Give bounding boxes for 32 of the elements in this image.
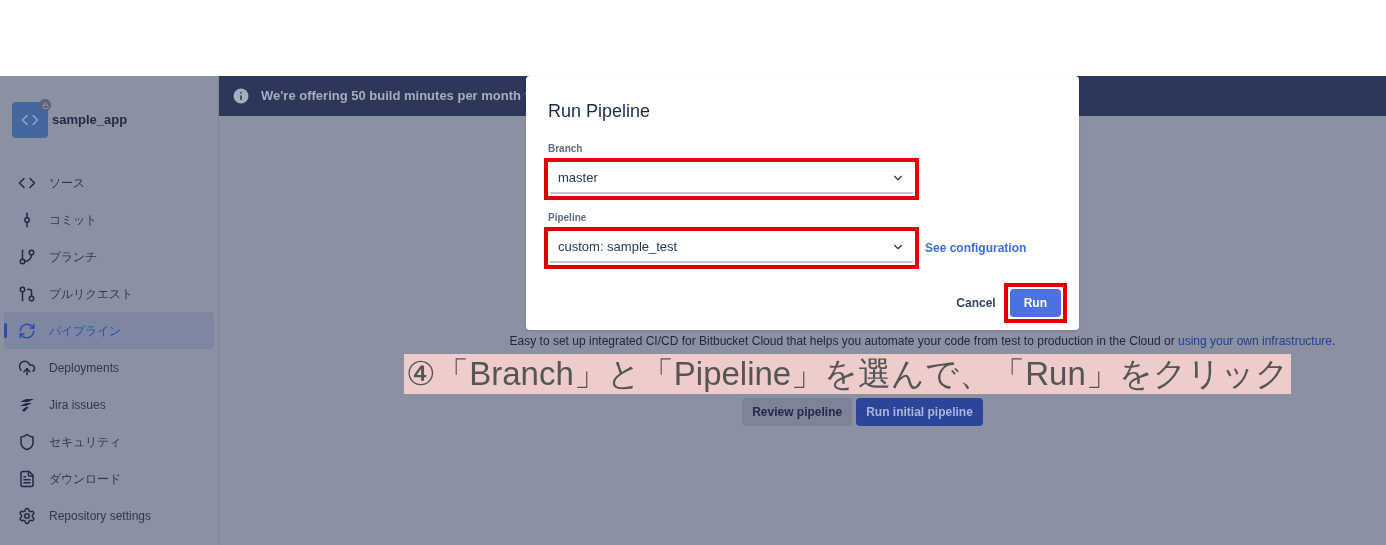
file-icon: [18, 469, 36, 488]
annotation-caption: ④「Branch」と「Pipeline」を選んで、「Run」をクリック: [404, 354, 1291, 394]
sidebar-item[interactable]: コミット: [4, 201, 214, 238]
sidebar-item[interactable]: セキュリティ: [4, 423, 214, 460]
sidebar-item[interactable]: Jira issues: [4, 386, 214, 423]
lock-icon: [39, 99, 51, 111]
infrastructure-link[interactable]: using your own infrastructure: [1177, 334, 1333, 348]
info-icon: [231, 86, 251, 106]
field-label: Pipeline: [547, 211, 587, 225]
settings-icon: [18, 506, 36, 525]
sidebar-item[interactable]: ブランチ: [4, 238, 214, 275]
repository-name: sample_app: [52, 111, 128, 130]
field-label: Branch: [547, 142, 583, 156]
cloud-upload-icon: [18, 358, 36, 377]
sidebar-item[interactable]: Deployments: [4, 349, 214, 386]
sidebar-item[interactable]: パイプライン: [4, 312, 214, 349]
description-text: Easy to set up integrated CI/CD for Bitbucket Cloud that helps you automate your code from test to production in the Cloud or using your own infrastructure.: [509, 333, 1336, 350]
dialog-title: Run Pipeline: [547, 100, 652, 123]
banner-text: We're offering 50 build minutes per month: [261, 86, 537, 106]
cancel-button[interactable]: Cancel: [952, 289, 1000, 317]
pull-request-icon: [18, 284, 36, 303]
branch-icon: [18, 247, 36, 266]
review-pipeline-button[interactable]: Review pipeline: [742, 398, 853, 426]
run-button[interactable]: Run: [1009, 289, 1061, 317]
refresh-icon: [18, 321, 36, 340]
sidebar-item[interactable]: ソース: [4, 164, 214, 201]
sidebar-item[interactable]: プルリクエスト: [4, 275, 214, 312]
sidebar-item[interactable]: Repository settings: [4, 497, 214, 534]
shield-icon: [18, 432, 36, 451]
see-configuration-link[interactable]: See configuration: [925, 239, 1027, 257]
sidebar-item[interactable]: ダウンロード: [4, 460, 214, 497]
run-initial-pipeline-button[interactable]: Run initial pipeline: [856, 398, 983, 426]
